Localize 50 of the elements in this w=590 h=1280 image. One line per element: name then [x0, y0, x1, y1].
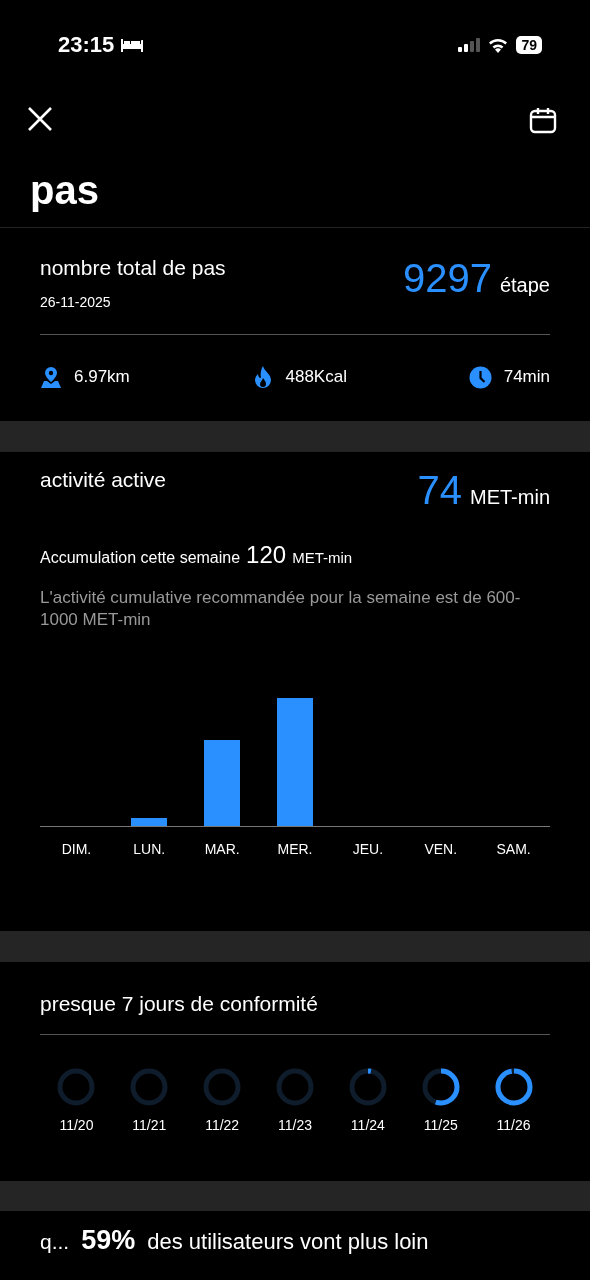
stat-value: 488Kcal	[285, 367, 347, 387]
map-pin-icon	[40, 366, 62, 388]
percent-value: 59%	[81, 1225, 136, 1256]
comparison-text: des utilisateurs vont plus loin	[147, 1229, 429, 1255]
unit-label: MET-min	[470, 486, 550, 509]
battery-indicator: 79	[516, 36, 542, 54]
date-label: 11/22	[205, 1117, 240, 1133]
date-label: 26-11-2025	[40, 294, 112, 310]
signal-icon	[458, 38, 481, 52]
calendar-icon[interactable]	[529, 106, 557, 134]
date-label: 11/24	[350, 1117, 385, 1133]
status-time: 23:15	[58, 32, 115, 58]
progress-ring	[347, 1067, 388, 1107]
day-label: SAM.	[495, 840, 532, 857]
date-label: 11/23	[278, 1117, 312, 1133]
date-label: 11/21	[132, 1117, 167, 1133]
recommendation-text: L'activité cumulative recommandée pour la semaine est de 600-1000 MET-min	[40, 587, 522, 631]
date-label: 11/20	[59, 1117, 94, 1133]
card-title: nombre total de pas	[40, 256, 226, 280]
progress-ring	[493, 1067, 534, 1107]
day-label: JEU.	[351, 840, 385, 857]
clock-icon	[468, 365, 492, 389]
close-icon[interactable]	[27, 106, 53, 132]
date-label: 11/26	[496, 1117, 531, 1133]
date-label: 11/25	[423, 1117, 458, 1133]
truncated-text: q...	[40, 1230, 70, 1254]
wifi-icon	[488, 37, 509, 53]
day-label: MER.	[276, 840, 314, 857]
unit-label: étape	[499, 274, 550, 297]
card-title: activité active	[40, 468, 167, 492]
card-title: presque 7 jours de conformité	[40, 992, 318, 1015]
day-label: LUN.	[132, 840, 167, 857]
day-label: MAR.	[203, 840, 241, 857]
stat-value: 6.97km	[74, 367, 130, 387]
week-label: Accumulation cette semaine	[40, 549, 241, 567]
stat-value: 74min	[503, 367, 550, 387]
page-title: pas	[29, 167, 100, 214]
day-label: VEN.	[423, 840, 459, 857]
week-value: 120	[246, 541, 287, 569]
unit-label: MET-min	[292, 549, 353, 566]
progress-ring	[202, 1067, 243, 1107]
bar	[131, 818, 168, 826]
progress-ring	[420, 1067, 461, 1107]
progress-ring	[275, 1067, 315, 1107]
progress-ring	[56, 1067, 97, 1107]
bed-icon	[120, 37, 145, 53]
day-label: DIM.	[60, 840, 93, 857]
progress-ring	[129, 1067, 170, 1107]
met-value: 74	[417, 468, 462, 513]
step-count: 9297	[402, 256, 492, 301]
